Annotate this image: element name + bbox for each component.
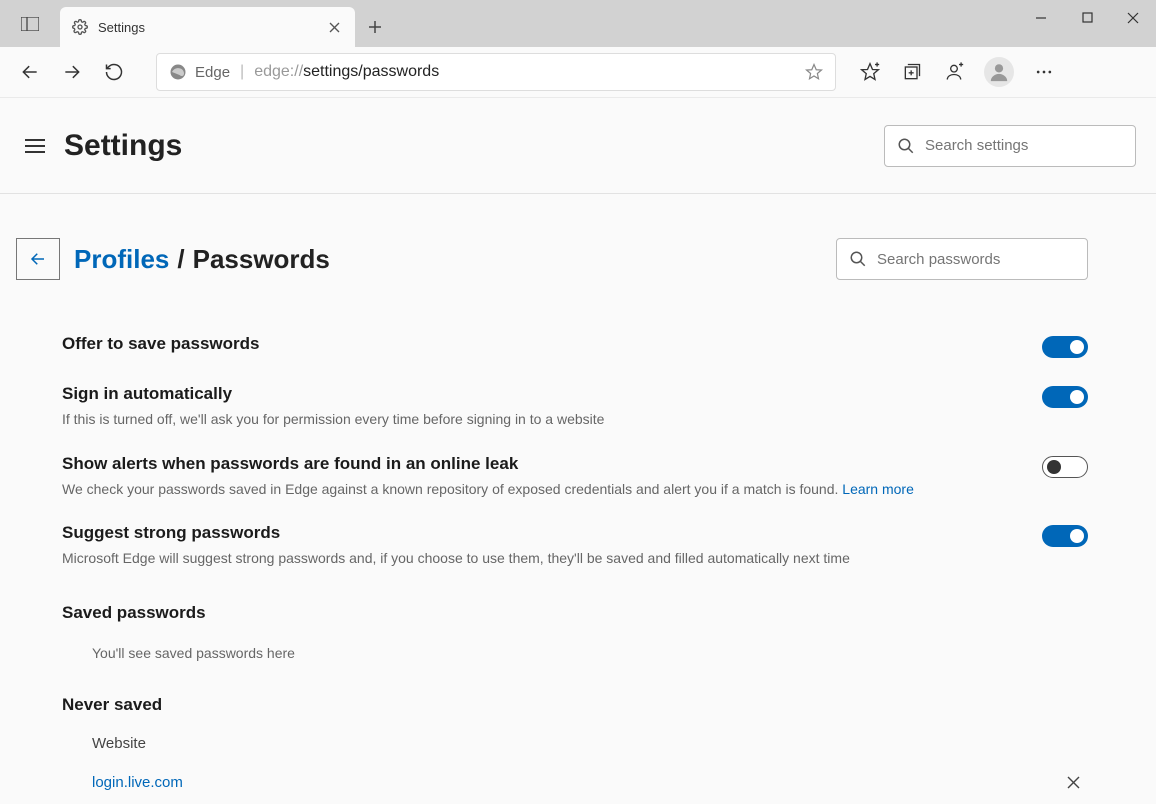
search-settings-box[interactable] bbox=[884, 125, 1136, 167]
address-url: edge://settings/passwords bbox=[254, 63, 439, 81]
never-saved-column-website: Website bbox=[92, 725, 1088, 762]
setting-title: Offer to save passwords bbox=[62, 334, 1022, 354]
setting-suggest-strong-passwords: Suggest strong passwords Microsoft Edge … bbox=[62, 513, 1088, 583]
setting-offer-save-passwords: Offer to save passwords bbox=[62, 324, 1088, 374]
setting-description: Microsoft Edge will suggest strong passw… bbox=[62, 549, 1022, 569]
saved-passwords-empty: You'll see saved passwords here bbox=[62, 633, 1088, 675]
search-passwords-input[interactable] bbox=[877, 251, 1076, 268]
never-saved-delete-button[interactable] bbox=[1058, 768, 1088, 798]
search-icon bbox=[849, 250, 867, 268]
search-passwords-box[interactable] bbox=[836, 238, 1088, 280]
collections-button[interactable] bbox=[894, 54, 930, 90]
search-icon bbox=[897, 137, 915, 155]
gear-icon bbox=[72, 19, 88, 35]
profile-switcher-button[interactable] bbox=[936, 54, 972, 90]
setting-sign-in-automatically: Sign in automatically If this is turned … bbox=[62, 374, 1088, 444]
window-controls bbox=[1018, 0, 1156, 35]
toggle-leak-alerts[interactable] bbox=[1042, 456, 1088, 478]
new-tab-button[interactable] bbox=[355, 7, 395, 47]
setting-title: Sign in automatically bbox=[62, 384, 1022, 404]
close-window-button[interactable] bbox=[1110, 0, 1156, 35]
profile-avatar[interactable] bbox=[984, 57, 1014, 87]
toggle-sign-in-auto[interactable] bbox=[1042, 386, 1088, 408]
tab-title: Settings bbox=[98, 20, 315, 35]
title-bar: Settings bbox=[0, 0, 1156, 47]
favorite-star-icon[interactable] bbox=[805, 63, 823, 81]
never-saved-site-link[interactable]: login.live.com bbox=[92, 774, 183, 791]
breadcrumb: Profiles / Passwords bbox=[74, 244, 330, 275]
search-settings-input[interactable] bbox=[925, 137, 1124, 154]
address-bar[interactable]: Edge | edge://settings/passwords bbox=[156, 53, 836, 91]
settings-header: Settings bbox=[0, 98, 1156, 194]
tab-close-button[interactable] bbox=[325, 18, 343, 36]
settings-menu-button[interactable] bbox=[20, 131, 50, 161]
learn-more-link[interactable]: Learn more bbox=[842, 481, 914, 497]
page-title: Settings bbox=[64, 129, 182, 163]
breadcrumb-separator: / bbox=[177, 244, 184, 275]
site-identity[interactable]: Edge bbox=[169, 63, 230, 81]
minimize-button[interactable] bbox=[1018, 0, 1064, 35]
edge-logo-icon bbox=[169, 63, 187, 81]
setting-title: Show alerts when passwords are found in … bbox=[62, 454, 1022, 474]
nav-back-button[interactable] bbox=[12, 54, 48, 90]
address-separator: | bbox=[240, 63, 244, 81]
setting-description: If this is turned off, we'll ask you for… bbox=[62, 410, 1022, 430]
saved-passwords-heading: Saved passwords bbox=[62, 603, 1088, 623]
toggle-suggest-strong[interactable] bbox=[1042, 525, 1088, 547]
refresh-button[interactable] bbox=[96, 54, 132, 90]
maximize-button[interactable] bbox=[1064, 0, 1110, 35]
breadcrumb-current: Passwords bbox=[193, 244, 330, 275]
breadcrumb-profiles-link[interactable]: Profiles bbox=[74, 244, 169, 275]
toggle-offer-save[interactable] bbox=[1042, 336, 1088, 358]
nav-forward-button[interactable] bbox=[54, 54, 90, 90]
settings-content: Profiles / Passwords Offer to save passw… bbox=[0, 194, 1156, 804]
setting-description: We check your passwords saved in Edge ag… bbox=[62, 480, 1022, 500]
setting-leak-alerts: Show alerts when passwords are found in … bbox=[62, 444, 1088, 514]
tab-actions-button[interactable] bbox=[0, 0, 60, 47]
breadcrumb-back-button[interactable] bbox=[16, 238, 60, 280]
favorites-button[interactable] bbox=[852, 54, 888, 90]
site-identity-label: Edge bbox=[195, 64, 230, 81]
browser-tab[interactable]: Settings bbox=[60, 7, 355, 47]
more-menu-button[interactable] bbox=[1026, 54, 1062, 90]
never-saved-row: login.live.com bbox=[92, 762, 1088, 804]
setting-title: Suggest strong passwords bbox=[62, 523, 1022, 543]
browser-toolbar: Edge | edge://settings/passwords bbox=[0, 47, 1156, 98]
never-saved-heading: Never saved bbox=[62, 695, 1088, 715]
